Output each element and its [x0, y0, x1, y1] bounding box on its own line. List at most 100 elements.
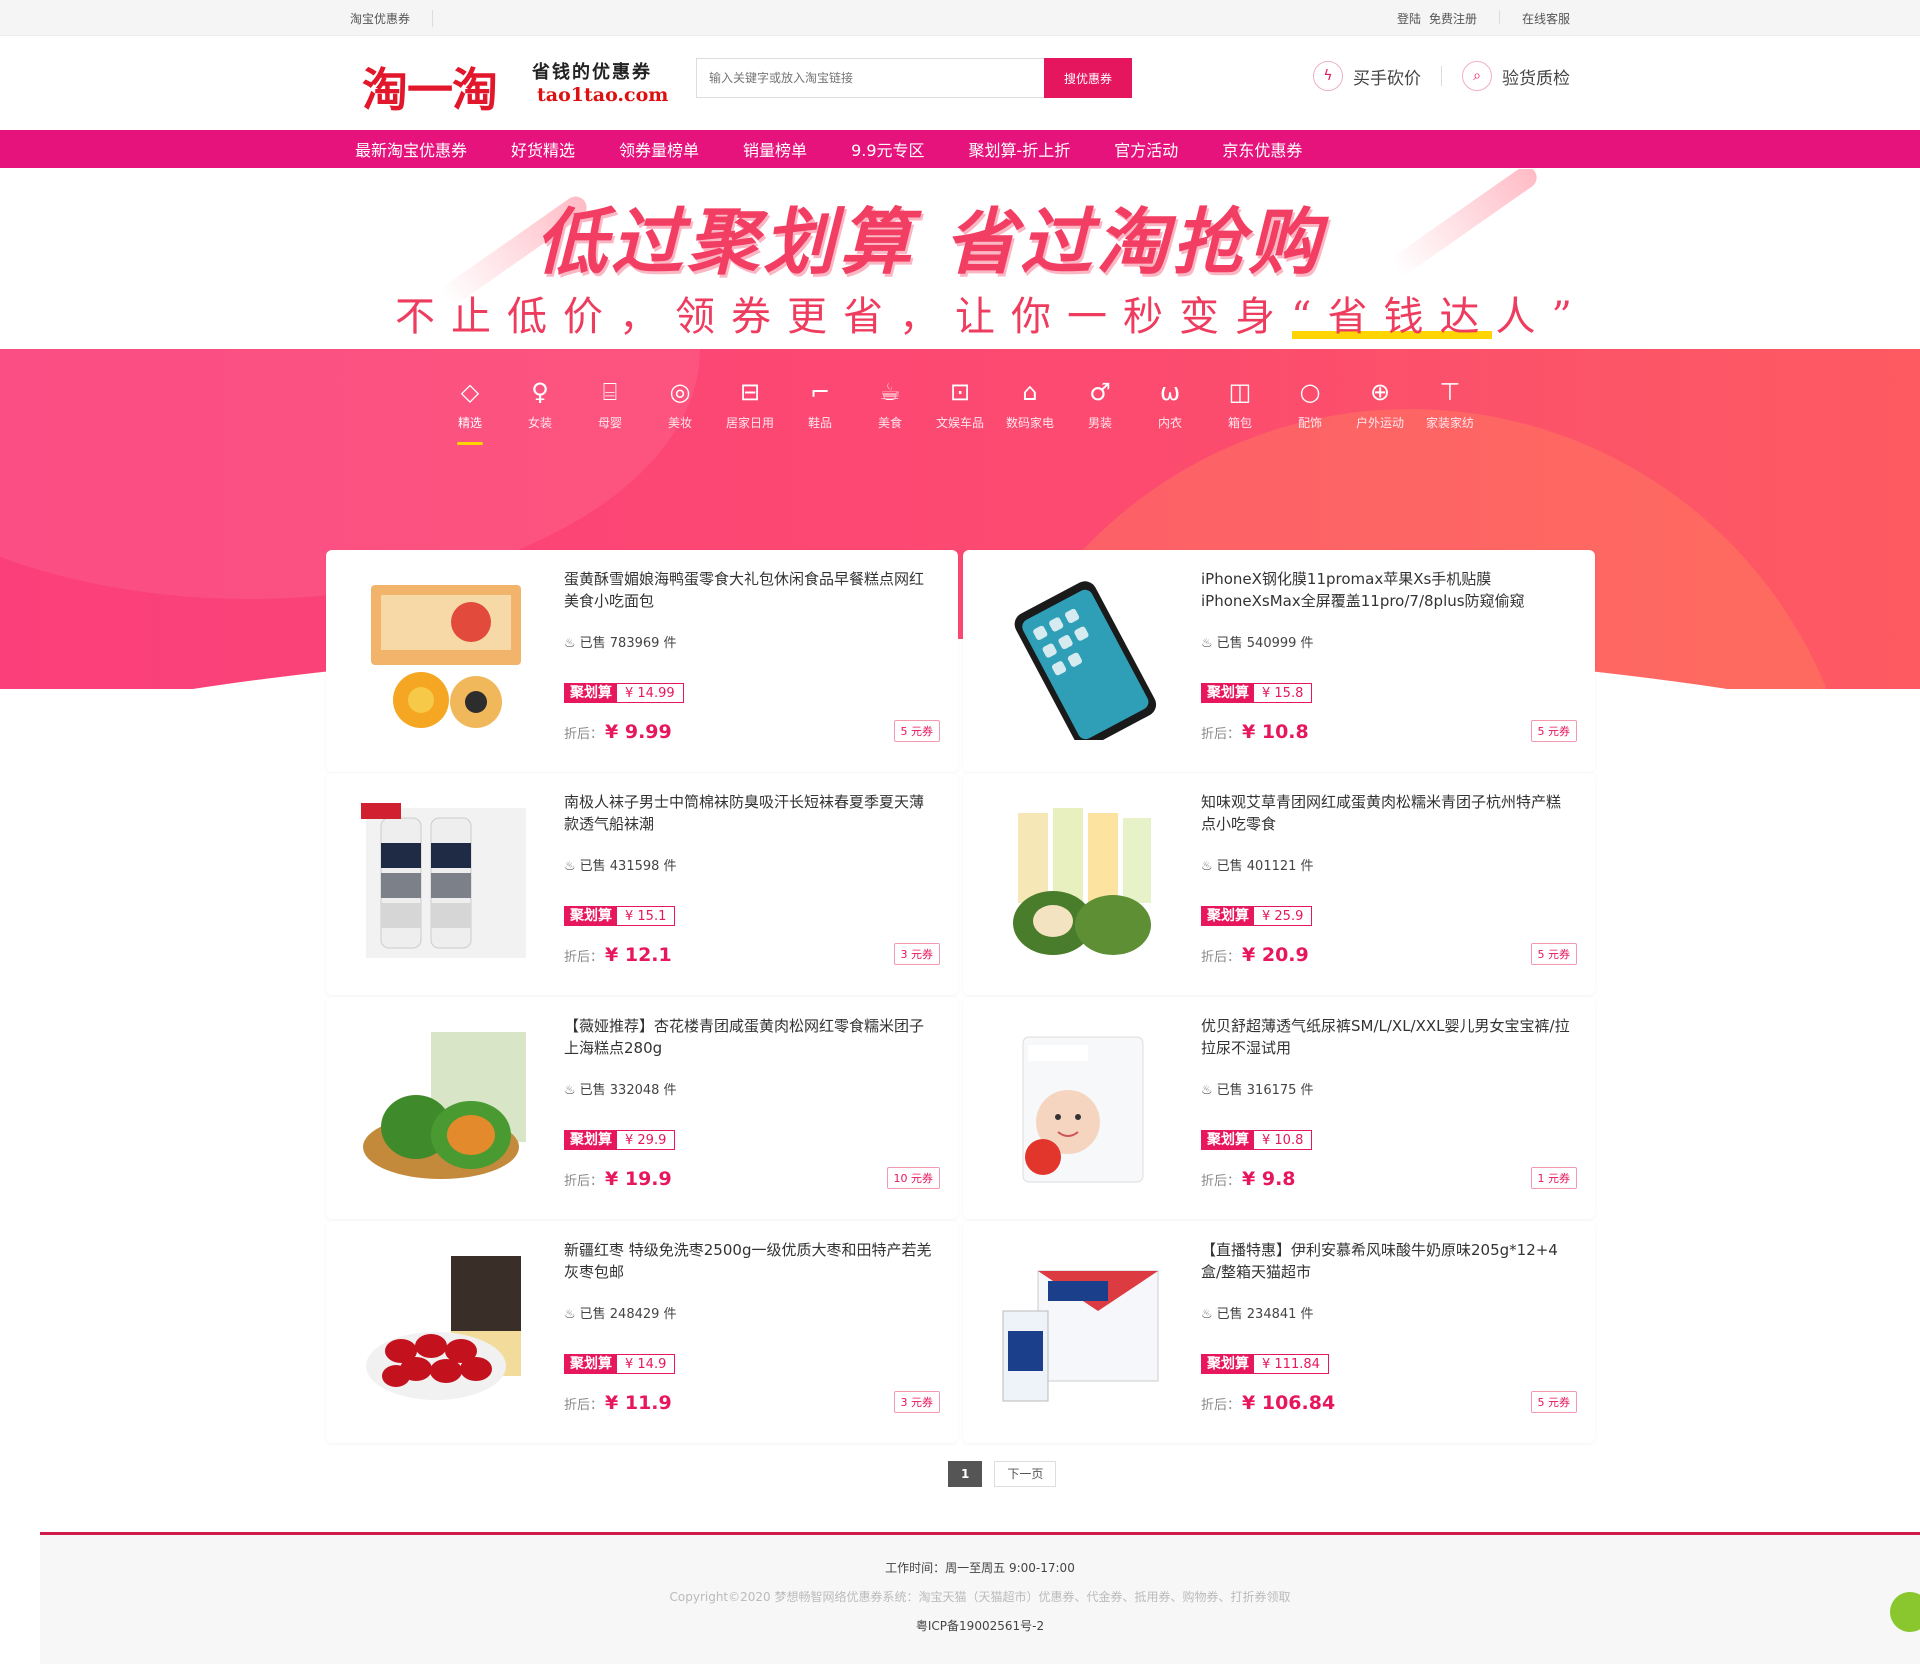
product-image[interactable] — [358, 1243, 534, 1419]
final-price: 折后： ¥ 11.9 — [564, 1392, 672, 1414]
nav-item-9-9-zone[interactable]: 9.9元专区 — [851, 137, 924, 161]
final-price-label: 折后： — [1201, 1174, 1241, 1189]
page-current[interactable]: 1 — [948, 1461, 983, 1487]
category-label: 女装 — [527, 416, 552, 430]
register-link[interactable]: 免费注册 — [1429, 10, 1477, 27]
nav-item-coupon-ranking[interactable]: 领券量榜单 — [619, 137, 699, 161]
product-card[interactable]: 新疆红枣 特级免洗枣2500g一级优质大枣和田特产若羌灰枣包邮 ♨ 已售 24842… — [326, 1221, 958, 1443]
final-price-value: ¥ 10.8 — [1242, 721, 1309, 743]
nav-item-sales-ranking[interactable]: 销量榜单 — [743, 137, 807, 161]
shoe-icon: ⌐ — [809, 378, 831, 406]
product-card[interactable]: 知味观艾草青团网红咸蛋黄肉松糯米青团子杭州特产糕点小吃零食 ♨ 已售 401121 … — [963, 773, 1595, 995]
product-title[interactable]: 【直播特惠】伊利安慕希风味酸牛奶原味205g*12+4盒/整箱天猫超市 — [1201, 1239, 1571, 1283]
search-button[interactable]: 搜优惠券 — [1044, 58, 1132, 98]
category-item[interactable]: ♀ 女装 — [505, 376, 575, 431]
category-item[interactable]: ⊤ 家装家纺 — [1415, 376, 1485, 431]
product-card[interactable]: 【直播特惠】伊利安慕希风味酸牛奶原味205g*12+4盒/整箱天猫超市 ♨ 已售 2… — [963, 1221, 1595, 1443]
product-title[interactable]: 新疆红枣 特级免洗枣2500g一级优质大枣和田特产若羌灰枣包邮 — [564, 1239, 934, 1283]
product-title[interactable]: 南极人袜子男士中筒棉袜防臭吸汗长短袜春夏季夏天薄款透气船袜潮 — [564, 791, 934, 835]
category-item[interactable]: ⊕ 户外运动 — [1345, 376, 1415, 431]
search-input[interactable] — [696, 58, 1044, 98]
original-price-value: ¥ 111.84 — [1262, 1357, 1320, 1372]
product-image[interactable] — [358, 572, 534, 748]
category-item[interactable]: ⌸ 母婴 — [575, 376, 645, 431]
diamond-icon: ◇ — [460, 378, 480, 406]
product-image[interactable] — [358, 1019, 534, 1195]
top-bar: 淘宝优惠券 登陆 免费注册 在线客服 — [0, 0, 1920, 36]
nav-item-juhuasuan[interactable]: 聚划算-折上折 — [969, 137, 1071, 161]
car-icon: ⊡ — [949, 378, 971, 406]
coupon-badge[interactable]: 5 元券 — [893, 720, 940, 742]
bargain-link[interactable]: ϟ 买手砍价 — [1313, 61, 1421, 91]
category-item[interactable]: ⌐ 鞋品 — [785, 376, 855, 431]
final-price-value: ¥ 9.8 — [1242, 1168, 1296, 1190]
category-label: 鞋品 — [807, 416, 832, 430]
online-service-link[interactable]: 在线客服 — [1522, 10, 1570, 27]
product-card[interactable]: iPhoneX钢化膜11promax苹果Xs手机贴膜iPhoneXsMax全屏覆… — [963, 550, 1595, 772]
category-item[interactable]: ⊟ 居家日用 — [715, 376, 785, 431]
category-item[interactable]: ○ 配饰 — [1275, 376, 1345, 431]
product-title[interactable]: 【薇娅推荐】杏花楼青团咸蛋黄肉松网红零食糯米团子上海糕点280g — [564, 1015, 934, 1059]
original-price: 聚划算 ¥ 10.8 — [1201, 1130, 1313, 1150]
category-item[interactable]: ☕ 美食 — [855, 376, 925, 431]
category-label: 户外运动 — [1355, 416, 1404, 430]
product-image[interactable] — [995, 1019, 1171, 1195]
coupon-badge[interactable]: 5 元券 — [1530, 720, 1577, 742]
final-price: 折后： ¥ 12.1 — [564, 944, 672, 966]
product-image[interactable] — [995, 572, 1171, 748]
sold-count: ♨ 已售 248429 件 — [564, 1303, 677, 1322]
final-price-value: ¥ 12.1 — [605, 944, 672, 966]
flame-icon: ♨ — [564, 859, 576, 874]
product-image[interactable] — [358, 795, 534, 971]
product-card[interactable]: 南极人袜子男士中筒棉袜防臭吸汗长短袜春夏季夏天薄款透气船袜潮 ♨ 已售 431598… — [326, 773, 958, 995]
category-item[interactable]: ⌂ 数码家电 — [995, 376, 1065, 431]
category-item[interactable]: ◇ 精选 — [435, 376, 505, 445]
original-price: 聚划算 ¥ 29.9 — [564, 1130, 676, 1150]
sold-count-text: 已售 316175 件 — [1216, 1083, 1314, 1098]
product-card[interactable]: 蛋黄酥雪媚娘海鸭蛋零食大礼包休闲食品早餐糕点网红美食小吃面包 ♨ 已售 783969… — [326, 550, 958, 772]
category-item[interactable]: ♂ 男装 — [1065, 376, 1135, 431]
coupon-badge[interactable]: 5 元券 — [1530, 943, 1577, 965]
sold-count-text: 已售 332048 件 — [579, 1083, 677, 1098]
final-price-label: 折后： — [1201, 727, 1241, 742]
login-link[interactable]: 登陆 — [1397, 10, 1421, 27]
category-item[interactable]: ◫ 箱包 — [1205, 376, 1275, 431]
product-card[interactable]: 【薇娅推荐】杏花楼青团咸蛋黄肉松网红零食糯米团子上海糕点280g ♨ 已售 3320… — [326, 997, 958, 1219]
product-title[interactable]: 知味观艾草青团网红咸蛋黄肉松糯米青团子杭州特产糕点小吃零食 — [1201, 791, 1571, 835]
nav-item-picks[interactable]: 好货精选 — [511, 137, 575, 161]
ring-icon: ○ — [1299, 378, 1321, 406]
nav-item-jd-coupons[interactable]: 京东优惠券 — [1222, 137, 1302, 161]
product-title[interactable]: 蛋黄酥雪媚娘海鸭蛋零食大礼包休闲食品早餐糕点网红美食小吃面包 — [564, 568, 934, 612]
product-card[interactable]: 优贝舒超薄透气纸尿裤SM/L/XL/XXL婴儿男女宝宝裤/拉拉尿不湿试用 ♨ 已售 … — [963, 997, 1595, 1219]
sold-count: ♨ 已售 401121 件 — [1201, 855, 1314, 874]
product-title[interactable]: 优贝舒超薄透气纸尿裤SM/L/XL/XXL婴儿男女宝宝裤/拉拉尿不湿试用 — [1201, 1015, 1571, 1059]
coupon-badge[interactable]: 3 元券 — [893, 943, 940, 965]
cup-icon: ☕ — [879, 378, 901, 406]
original-price: 聚划算 ¥ 25.9 — [1201, 906, 1313, 926]
next-page-button[interactable]: 下一页 — [994, 1461, 1057, 1487]
sold-count-text: 已售 234841 件 — [1216, 1307, 1314, 1322]
nav-item-latest-coupons[interactable]: 最新淘宝优惠券 — [355, 137, 467, 161]
site-logo[interactable]: 淘一淘 省钱的优惠券 tao1tao.com — [362, 54, 668, 117]
nav-item-official-events[interactable]: 官方活动 — [1114, 137, 1178, 161]
footer-icp[interactable]: 粤ICP备19002561号-2 — [40, 1617, 1920, 1634]
category-item[interactable]: ⊡ 文娱车品 — [925, 376, 995, 431]
ball-icon: ⊕ — [1369, 378, 1391, 406]
coupon-badge[interactable]: 3 元券 — [893, 1391, 940, 1413]
product-image[interactable] — [995, 1243, 1171, 1419]
sold-count-text: 已售 783969 件 — [579, 636, 677, 651]
category-item[interactable]: ◎ 美妆 — [645, 376, 715, 431]
inspection-label: 验货质检 — [1502, 68, 1570, 89]
coupon-badge[interactable]: 1 元券 — [1530, 1167, 1577, 1189]
topbar-coupon-link[interactable]: 淘宝优惠券 — [350, 10, 434, 27]
final-price-label: 折后： — [1201, 950, 1241, 965]
coupon-badge[interactable]: 10 元券 — [886, 1167, 940, 1189]
category-item[interactable]: ω 内衣 — [1135, 376, 1205, 431]
final-price: 折后： ¥ 9.99 — [564, 721, 672, 743]
original-price-value: ¥ 10.8 — [1262, 1133, 1304, 1148]
coupon-badge[interactable]: 5 元券 — [1530, 1391, 1577, 1413]
product-image[interactable] — [995, 795, 1171, 971]
inspection-link[interactable]: ⌕ 验货质检 — [1462, 61, 1570, 91]
juhuasuan-tag: 聚划算 — [565, 1355, 617, 1373]
product-title[interactable]: iPhoneX钢化膜11promax苹果Xs手机贴膜iPhoneXsMax全屏覆… — [1201, 568, 1571, 612]
